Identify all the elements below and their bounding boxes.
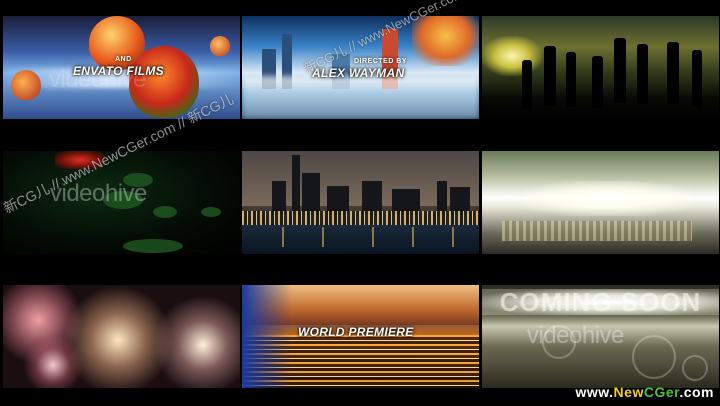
person-silhouette	[592, 56, 603, 108]
frame-fireworks	[3, 285, 240, 388]
lens-flare	[522, 181, 692, 216]
water-reflection	[242, 225, 479, 254]
haze	[242, 76, 479, 119]
frame-world-premiere: WORLD PREMIERE	[242, 285, 479, 388]
person-silhouette	[522, 60, 532, 110]
hot-air-balloon	[11, 70, 41, 100]
brand-cger: CGer	[643, 384, 680, 400]
bokeh-ring	[682, 355, 708, 381]
brand-suffix: .com	[679, 384, 714, 400]
firework-burst	[23, 335, 83, 388]
sunset-glow	[412, 16, 479, 66]
blue-tint	[242, 285, 292, 388]
site-brand: www.NewCGer.com	[576, 384, 715, 400]
frame-city-night	[242, 151, 479, 254]
videohive-watermark: videohive	[527, 322, 624, 349]
foliage	[123, 239, 183, 253]
videohive-watermark: videohive	[50, 180, 147, 207]
person-silhouette	[544, 46, 556, 106]
person-silhouette	[692, 50, 702, 106]
person-silhouette	[637, 44, 648, 104]
person-silhouette	[566, 52, 576, 107]
foliage	[153, 206, 177, 218]
skyscraper	[302, 173, 320, 215]
skyscraper	[437, 181, 447, 215]
hot-air-balloon	[210, 36, 230, 56]
bokeh-ring	[632, 335, 676, 379]
brand-new: New	[613, 384, 644, 400]
caption-title: WORLD PREMIERE	[298, 325, 414, 339]
skyscraper	[292, 155, 300, 215]
city-lights	[242, 211, 479, 225]
foliage	[201, 207, 221, 217]
skyscraper	[272, 181, 286, 215]
caption-title: COMING SOON	[499, 287, 702, 317]
stadium-lights	[502, 221, 692, 241]
brand-prefix: www.	[575, 384, 614, 400]
frame-crowd-sunset	[482, 16, 719, 119]
caption-small: DIRECTED BY	[354, 58, 407, 65]
caption-title: ENVATO FILMS	[73, 64, 164, 78]
firework-burst	[153, 295, 240, 388]
caption-small: AND	[115, 56, 132, 63]
person-silhouette	[667, 42, 679, 104]
frame-bright-flare	[482, 151, 719, 254]
skyscraper	[362, 181, 382, 215]
storyboard-grid: videohive AND ENVATO FILMS DIRECTED BY A…	[0, 0, 720, 406]
person-silhouette	[614, 38, 626, 103]
sun-glow	[482, 36, 542, 76]
